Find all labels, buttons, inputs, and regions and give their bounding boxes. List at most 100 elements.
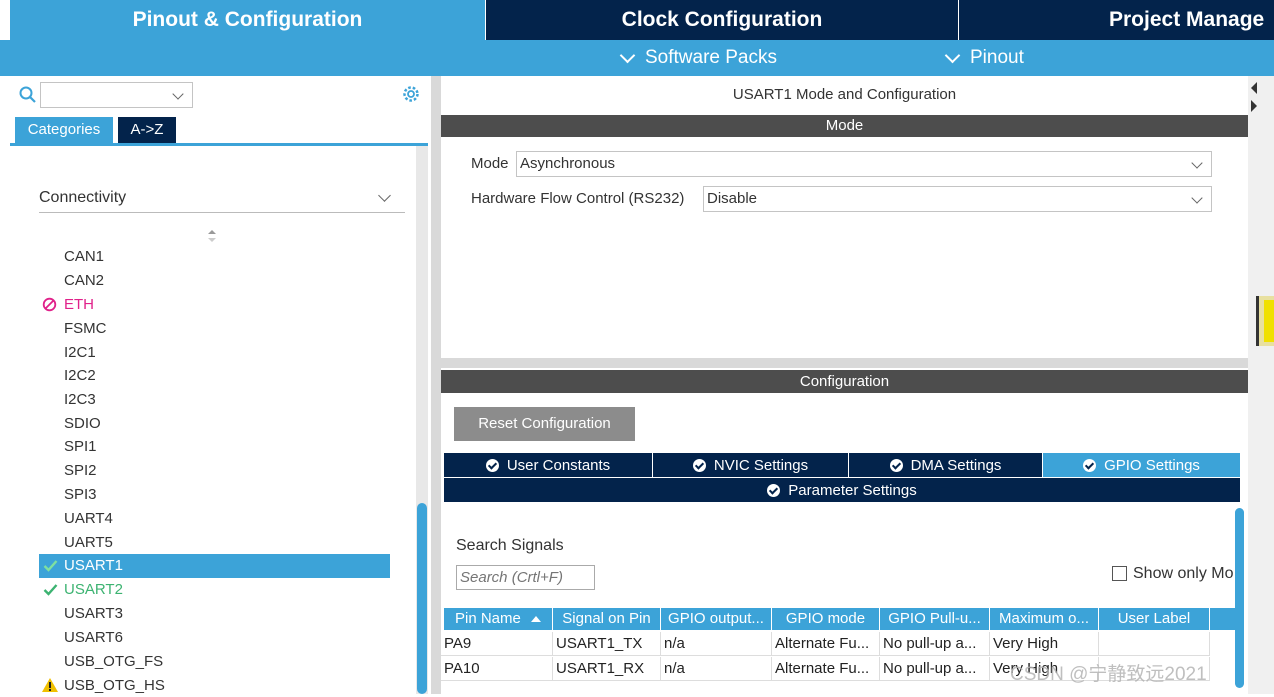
column-header-label: GPIO output...	[668, 610, 764, 627]
list-item-sdio[interactable]: SDIO	[64, 413, 101, 435]
list-item-usart6[interactable]: USART6	[64, 627, 123, 649]
list-item-i2c3[interactable]: I2C3	[64, 389, 96, 411]
tab-parameter-settings[interactable]: Parameter Settings	[444, 478, 1240, 502]
list-item-label: ETH	[64, 296, 94, 313]
tab-user-constants[interactable]: User Constants	[444, 453, 653, 477]
flow-control-value: Disable	[707, 190, 758, 207]
configuration-header: Configuration	[441, 370, 1248, 393]
right-edge-panel	[1248, 76, 1274, 694]
flow-control-label: Hardware Flow Control (RS232)	[471, 190, 685, 207]
chip-pin-yellow	[1264, 300, 1274, 342]
tab-nvic-label: NVIC Settings	[713, 456, 809, 474]
column-header-maximum[interactable]: Maximum o...	[990, 608, 1099, 630]
chevron-down-icon	[619, 47, 636, 63]
category-connectivity[interactable]: Connectivity	[39, 186, 405, 213]
column-header-extra	[1210, 608, 1236, 630]
config-scrollbar-thumb[interactable]	[1235, 508, 1244, 688]
table-cell[interactable]: n/a	[661, 632, 772, 656]
list-item-label: UART4	[64, 510, 113, 527]
table-cell[interactable]: USART1_TX	[553, 632, 661, 656]
list-item-label: USB_OTG_FS	[64, 653, 164, 670]
search-icon[interactable]	[18, 85, 38, 105]
list-item-uart5[interactable]: UART5	[64, 532, 113, 554]
list-item-usart2[interactable]: USART2	[64, 579, 123, 601]
left-scrollbar-thumb[interactable]	[417, 503, 427, 694]
gear-icon[interactable]	[401, 84, 421, 104]
table-cell[interactable]: Very High	[990, 632, 1099, 656]
tab-underline	[10, 143, 428, 146]
warning-icon	[42, 678, 58, 692]
list-item-usart1[interactable]: USART1	[64, 555, 123, 577]
column-header-gpio-pull[interactable]: GPIO Pull-u...	[880, 608, 990, 630]
column-header-user-label[interactable]: User Label	[1099, 608, 1210, 630]
chevron-down-icon	[172, 88, 184, 100]
tab-gpio-settings[interactable]: GPIO Settings	[1043, 453, 1240, 477]
tab-categories-label: Categories	[27, 121, 101, 138]
column-header-label: Pin Name	[454, 610, 521, 627]
search-signals-input[interactable]	[456, 565, 595, 590]
tab-dma-settings[interactable]: DMA Settings	[849, 453, 1043, 477]
list-item-spi3[interactable]: SPI3	[64, 484, 97, 506]
list-item-eth[interactable]: ETH	[64, 294, 94, 316]
flow-control-select[interactable]: Disable	[703, 186, 1212, 212]
tab-pinout-configuration[interactable]: Pinout & Configuration	[10, 0, 485, 40]
list-item-label: SDIO	[64, 415, 101, 432]
list-item-can2[interactable]: CAN2	[64, 270, 104, 292]
table-cell[interactable]: n/a	[661, 657, 772, 681]
tab-pinout-label: Pinout & Configuration	[132, 8, 363, 31]
check-circle-icon	[485, 458, 499, 472]
category-connectivity-label: Connectivity	[39, 189, 127, 206]
list-item-uart4[interactable]: UART4	[64, 508, 113, 530]
list-item-can1[interactable]: CAN1	[64, 246, 104, 268]
list-item-label: USART3	[64, 605, 123, 622]
table-cell[interactable]: No pull-up a...	[880, 632, 990, 656]
tab-nvic-settings[interactable]: NVIC Settings	[653, 453, 849, 477]
mode-select[interactable]: Asynchronous	[516, 151, 1212, 177]
reset-configuration-button[interactable]: Reset Configuration	[454, 407, 635, 441]
show-only-checkbox[interactable]	[1112, 566, 1127, 581]
column-header-gpio-mode[interactable]: GPIO mode	[772, 608, 880, 630]
list-item-spi2[interactable]: SPI2	[64, 460, 97, 482]
tab-project-label: Project Manage	[1109, 8, 1265, 31]
list-item-label: USART6	[64, 629, 123, 646]
column-header-pin-name[interactable]: Pin Name	[444, 608, 553, 630]
horizontal-splitter[interactable]	[441, 358, 1248, 368]
list-item-label: UART5	[64, 534, 113, 551]
column-header-label: GPIO Pull-u...	[888, 610, 981, 627]
table-cell[interactable]: PA9	[441, 632, 553, 656]
tab-project-manager[interactable]: Project Manage	[958, 0, 1274, 40]
table-cell[interactable]: Alternate Fu...	[772, 632, 880, 656]
column-header-gpio-output[interactable]: GPIO output...	[661, 608, 772, 630]
table-cell[interactable]	[1099, 632, 1210, 656]
list-item-label: CAN1	[64, 248, 105, 265]
software-packs-menu[interactable]: Software Packs	[619, 40, 777, 76]
list-item-i2c2[interactable]: I2C2	[64, 365, 96, 387]
show-only-label: Show only Mo	[1133, 565, 1234, 582]
table-cell[interactable]: PA10	[441, 657, 553, 681]
pinout-menu-label: Pinout	[970, 47, 1024, 68]
tab-gpio-label: GPIO Settings	[1104, 456, 1200, 474]
chevron-down-icon	[944, 47, 961, 63]
collapse-arrow-icon[interactable]	[1249, 80, 1259, 114]
table-cell[interactable]: Alternate Fu...	[772, 657, 880, 681]
chevron-down-icon	[378, 189, 391, 202]
list-item-spi1[interactable]: SPI1	[64, 436, 97, 458]
list-item-usb-otg-fs[interactable]: USB_OTG_FS	[64, 651, 163, 673]
search-combo[interactable]	[40, 82, 193, 108]
pinout-menu[interactable]: Pinout	[944, 40, 1024, 76]
list-item-label: USB_OTG_HS	[64, 677, 165, 694]
panel-divider[interactable]	[431, 76, 441, 694]
column-header-signal[interactable]: Signal on Pin	[553, 608, 661, 630]
sort-icon	[208, 230, 216, 242]
tab-clock-configuration[interactable]: Clock Configuration	[485, 0, 958, 40]
table-cell[interactable]: USART1_RX	[553, 657, 661, 681]
list-item-i2c1[interactable]: I2C1	[64, 342, 96, 364]
tab-a-to-z[interactable]: A->Z	[118, 117, 176, 143]
check-circle-icon	[889, 458, 903, 472]
table-cell[interactable]: No pull-up a...	[880, 657, 990, 681]
list-item-usart3[interactable]: USART3	[64, 603, 123, 625]
tab-categories[interactable]: Categories	[15, 117, 113, 143]
mode-panel-title: USART1 Mode and Configuration	[732, 86, 957, 103]
column-header-label: GPIO mode	[785, 610, 866, 627]
list-item-fsmc[interactable]: FSMC	[64, 318, 107, 340]
